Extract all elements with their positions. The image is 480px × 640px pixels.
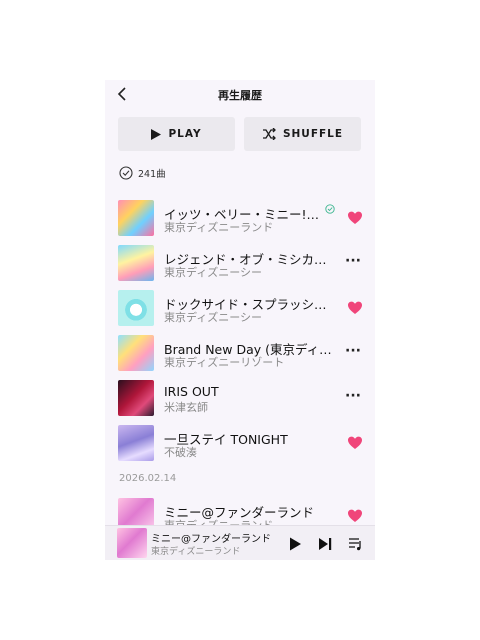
play-button[interactable]: PLAY [118,117,235,151]
album-art [118,380,154,416]
album-art [118,290,154,326]
track-artist: 東京ディズニーランド [164,221,274,234]
album-art [118,200,154,236]
play-icon [151,128,162,140]
shuffle-button[interactable]: SHUFFLE [244,117,361,151]
page-title: 再生履歴 [218,89,262,102]
more-icon[interactable]: ··· [345,343,361,359]
check-circle-icon [325,204,335,214]
list-item[interactable]: レジェンド・オブ・ミシカ… 東京ディズニーシー ··· [105,243,375,283]
track-artist: 東京ディズニーシー [164,266,263,279]
list-item[interactable]: 一旦ステイ TONIGHT 不破湊 [105,423,375,463]
mini-player[interactable]: ミニー@ファンダーランド 東京ディズニーランド [105,525,375,560]
shuffle-label: SHUFFLE [282,128,344,140]
shuffle-icon [262,128,276,140]
play-icon[interactable] [287,536,303,552]
heart-icon[interactable] [347,300,363,316]
album-art [118,425,154,461]
heart-icon[interactable] [347,508,363,524]
list-item[interactable]: Brand New Day (東京ディ… 東京ディズニーリゾート ··· [105,333,375,373]
album-art [118,335,154,371]
track-artist: 不破湊 [164,446,197,459]
track-count-label: 241曲 [138,169,166,180]
more-icon[interactable]: ··· [345,253,361,269]
list-item[interactable]: イッツ・ベリー・ミニー!… 東京ディズニーランド [105,198,375,238]
now-playing-title: ミニー@ファンダーランド [151,534,271,545]
section-date: 2026.02.14 [119,473,177,484]
track-count: 241曲 [119,166,166,180]
track-title: IRIS OUT [164,384,219,399]
now-playing-artist: 東京ディズニーランド [151,547,241,557]
track-artist: 米津玄師 [164,401,208,414]
album-art [117,528,147,558]
album-art [118,245,154,281]
play-label: PLAY [168,128,202,140]
list-item[interactable]: IRIS OUT 米津玄師 ··· [105,378,375,418]
next-icon[interactable] [317,536,333,552]
screen: 再生履歴 PLAY SHUFFLE 241曲 イッツ・ベリー・ミニー!… 東京デ… [105,80,375,560]
heart-icon[interactable] [347,435,363,451]
track-artist: 東京ディズニーリゾート [164,356,285,369]
queue-icon[interactable] [348,536,364,552]
header: 再生履歴 [105,80,375,108]
check-circle-icon [119,166,133,180]
heart-icon[interactable] [347,210,363,226]
list-item[interactable]: ドックサイド・スプラッシ… 東京ディズニーシー [105,288,375,328]
track-artist: 東京ディズニーシー [164,311,263,324]
more-icon[interactable]: ··· [345,388,361,404]
